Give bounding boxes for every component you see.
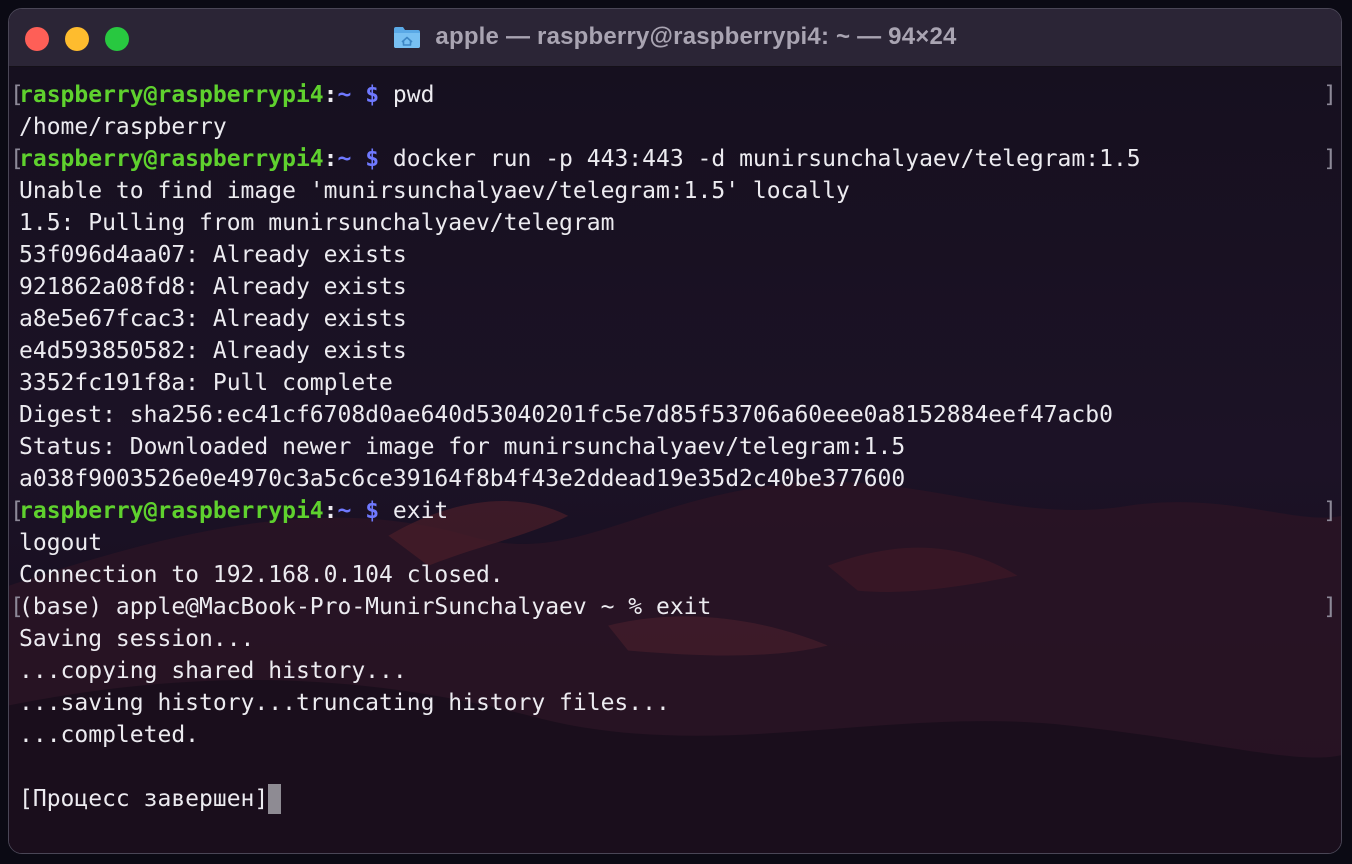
prompt-separator: :	[323, 498, 338, 524]
output-text: logout	[19, 530, 103, 556]
output-text: e4d593850582: Already exists	[19, 338, 407, 364]
home-folder-icon	[394, 27, 421, 48]
terminal-line: ...saving history...truncating history f…	[19, 687, 1331, 719]
prompt-user-host: raspberry@raspberrypi4	[19, 82, 324, 108]
output-text: ...copying shared history...	[19, 658, 407, 684]
output-text: 53f096d4aa07: Already exists	[19, 242, 407, 268]
output-text: Unable to find image 'munirsunchalyaev/t…	[19, 178, 850, 204]
prompt-directory: ~ $	[337, 498, 380, 524]
mark-right-bracket: ]	[1323, 82, 1337, 108]
terminal-window: apple — raspberry@raspberrypi4: ~ — 94×2…	[8, 8, 1342, 854]
terminal-line: ...copying shared history...	[19, 655, 1331, 687]
terminal-line: 3352fc191f8a: Pull complete	[19, 367, 1331, 399]
output-text: /home/raspberry	[19, 114, 227, 140]
output-text: Connection to 192.168.0.104 closed.	[19, 562, 504, 588]
mark-right-bracket: ]	[1323, 594, 1337, 620]
terminal-line: [Процесс завершен]	[19, 783, 1331, 815]
terminal-output[interactable]: [raspberry@raspberrypi4:~ $ pwd]/home/ra…	[10, 79, 1337, 815]
terminal-line: [raspberry@raspberrypi4:~ $ docker run -…	[10, 143, 1337, 175]
output-text: Status: Downloaded newer image for munir…	[19, 434, 906, 460]
output-text: 3352fc191f8a: Pull complete	[19, 370, 393, 396]
terminal-line: 921862a08fd8: Already exists	[19, 271, 1331, 303]
terminal-line: 1.5: Pulling from munirsunchalyaev/teleg…	[19, 207, 1331, 239]
prompt-user-host: raspberry@raspberrypi4	[19, 498, 324, 524]
terminal-line: Unable to find image 'munirsunchalyaev/t…	[19, 175, 1331, 207]
mark-right-bracket: ]	[1323, 146, 1337, 172]
mark-left-bracket: [	[10, 594, 24, 620]
terminal-line: /home/raspberry	[19, 111, 1331, 143]
mark-left-bracket: [	[10, 498, 24, 524]
terminal-line: Status: Downloaded newer image for munir…	[19, 431, 1331, 463]
process-finished-text: [Процесс завершен]	[19, 786, 269, 812]
mark-left-bracket: [	[10, 146, 24, 172]
terminal-line: [raspberry@raspberrypi4:~ $ exit]	[10, 495, 1337, 527]
terminal-line: [(base) apple@MacBook-Pro-MunirSunchalya…	[10, 591, 1337, 623]
text-cursor	[268, 784, 282, 814]
title-bar[interactable]: apple — raspberry@raspberrypi4: ~ — 94×2…	[9, 9, 1341, 67]
command-text: docker run -p 443:443 -d munirsunchalyae…	[379, 146, 1141, 172]
terminal-line: [raspberry@raspberrypi4:~ $ pwd]	[10, 79, 1337, 111]
output-text: ...saving history...truncating history f…	[19, 690, 670, 716]
output-text: 921862a08fd8: Already exists	[19, 274, 407, 300]
prompt-directory: ~ $	[337, 146, 380, 172]
window-title: apple — raspberry@raspberrypi4: ~ — 94×2…	[435, 23, 957, 50]
terminal-content[interactable]: [raspberry@raspberrypi4:~ $ pwd]/home/ra…	[9, 67, 1341, 853]
terminal-line: Connection to 192.168.0.104 closed.	[19, 559, 1331, 591]
terminal-line: logout	[19, 527, 1331, 559]
mark-right-bracket: ]	[1323, 498, 1337, 524]
output-text: (base) apple@MacBook-Pro-MunirSunchalyae…	[19, 594, 712, 620]
prompt-separator: :	[323, 146, 338, 172]
mark-left-bracket: [	[10, 82, 24, 108]
terminal-line: e4d593850582: Already exists	[19, 335, 1331, 367]
terminal-line: Saving session...	[19, 623, 1331, 655]
command-text: pwd	[379, 82, 435, 108]
terminal-line: ...completed.	[19, 719, 1331, 751]
terminal-line: Digest: sha256:ec41cf6708d0ae640d5304020…	[19, 399, 1331, 431]
output-text: 1.5: Pulling from munirsunchalyaev/teleg…	[19, 210, 615, 236]
terminal-line: 53f096d4aa07: Already exists	[19, 239, 1331, 271]
prompt-separator: :	[323, 82, 338, 108]
command-text: exit	[379, 498, 449, 524]
terminal-line: a8e5e67fcac3: Already exists	[19, 303, 1331, 335]
output-text: Saving session...	[19, 626, 255, 652]
output-text: ...completed.	[19, 722, 200, 748]
window-title-group: apple — raspberry@raspberrypi4: ~ — 94×2…	[9, 23, 1341, 53]
output-text: a8e5e67fcac3: Already exists	[19, 306, 407, 332]
terminal-line: a038f9003526e0e4970c3a5c6ce39164f8b4f43e…	[19, 463, 1331, 495]
prompt-directory: ~ $	[337, 82, 380, 108]
output-text: a038f9003526e0e4970c3a5c6ce39164f8b4f43e…	[19, 466, 906, 492]
prompt-user-host: raspberry@raspberrypi4	[19, 146, 324, 172]
output-text: Digest: sha256:ec41cf6708d0ae640d5304020…	[19, 402, 1113, 428]
